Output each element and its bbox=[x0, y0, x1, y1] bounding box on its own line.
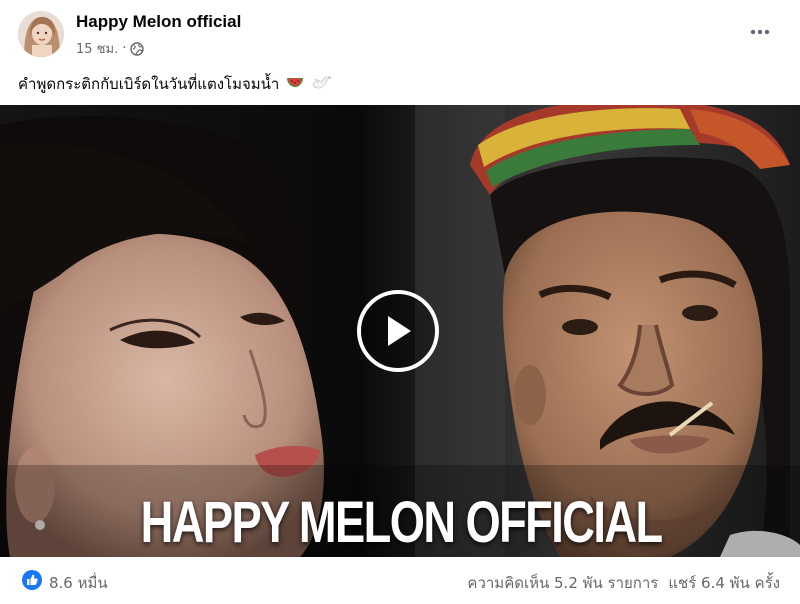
more-options-icon bbox=[750, 29, 770, 35]
watermelon-icon bbox=[286, 75, 304, 95]
post-caption: คำพูดกระติกกับเบิร์ดในวันที่แตงโมจมน้ำ bbox=[18, 72, 331, 96]
reaction-count[interactable]: 8.6 หมื่น bbox=[49, 571, 108, 595]
more-options-button[interactable] bbox=[740, 17, 780, 47]
video-player[interactable]: HAPPY MELON OFFICIAL bbox=[0, 105, 800, 557]
engagement-stats: ความคิดเห็น 5.2 พัน รายการ แชร์ 6.4 พัน … bbox=[467, 571, 780, 595]
post-timestamp[interactable]: 15 ชม. bbox=[76, 38, 118, 59]
meta-separator: · bbox=[122, 40, 127, 56]
play-button[interactable] bbox=[357, 290, 439, 372]
play-icon bbox=[388, 316, 411, 346]
video-overlay-title: HAPPY MELON OFFICIAL bbox=[140, 490, 663, 555]
avatar-image bbox=[18, 11, 64, 57]
stats-gap bbox=[658, 571, 668, 595]
share-count[interactable]: แชร์ 6.4 พัน ครั้ง bbox=[668, 571, 780, 595]
page-name[interactable]: Happy Melon official bbox=[76, 12, 241, 32]
post-footer: 8.6 หมื่น ความคิดเห็น 5.2 พัน รายการ แชร… bbox=[0, 558, 800, 604]
caption-text: คำพูดกระติกกับเบิร์ดในวันที่แตงโมจมน้ำ bbox=[18, 75, 280, 93]
post-header: Happy Melon official 15 ชม. · bbox=[0, 0, 800, 66]
post-meta: 15 ชม. · bbox=[76, 38, 145, 59]
comment-count[interactable]: ความคิดเห็น 5.2 พัน รายการ bbox=[467, 571, 658, 595]
dove-icon bbox=[311, 75, 331, 95]
like-icon[interactable] bbox=[22, 570, 42, 590]
page-avatar[interactable] bbox=[18, 11, 64, 57]
globe-icon[interactable] bbox=[130, 41, 145, 56]
